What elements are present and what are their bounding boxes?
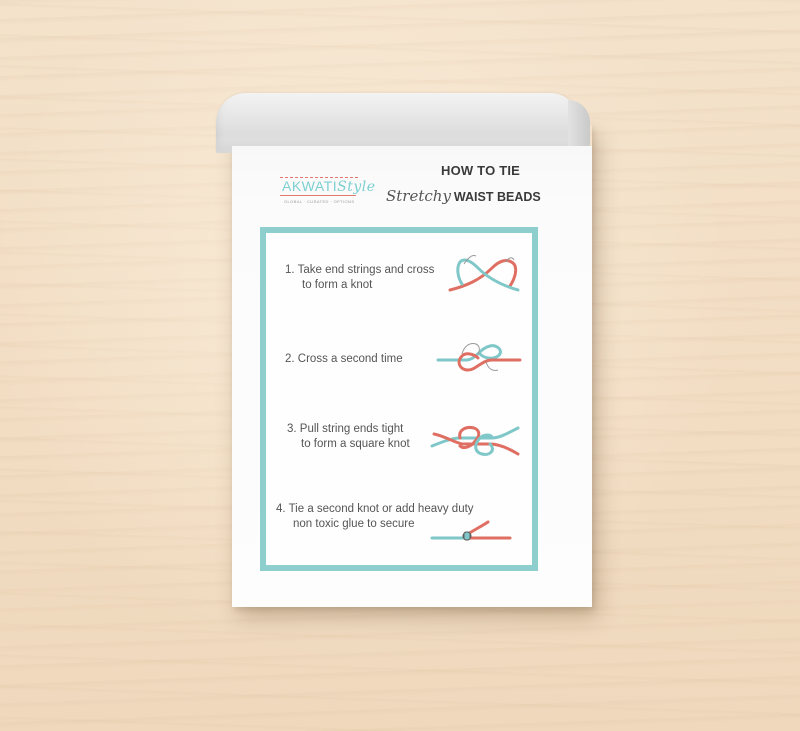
step-1-line-1: 1. Take end strings and cross bbox=[285, 264, 435, 276]
page-title-line-2: Stretchy WAIST BEADS bbox=[386, 186, 541, 205]
step-1-line-2: to form a knot bbox=[302, 279, 373, 291]
step-2-line-1: 2. Cross a second time bbox=[285, 353, 403, 365]
logo-brand-script: Style bbox=[337, 179, 376, 195]
knot-step-3-icon bbox=[430, 426, 520, 456]
logo-tagline: GLOBAL · CURATED · OPTIONS bbox=[284, 199, 355, 204]
logo-underline bbox=[280, 195, 356, 196]
knot-step-2-icon bbox=[436, 343, 522, 372]
title-bold-words: WAIST BEADS bbox=[453, 190, 541, 204]
page-title-line-1: HOW TO TIE bbox=[441, 163, 521, 178]
notepad-curled-binding bbox=[216, 93, 580, 153]
step-3-line-2: to form a square knot bbox=[301, 438, 410, 450]
title-script-word: Stretchy bbox=[386, 187, 451, 205]
knot-step-1-icon bbox=[448, 255, 520, 292]
logo-wordmark: AKWATIStyle bbox=[282, 178, 376, 195]
akwati-style-logo: AKWATIStyle GLOBAL · CURATED · OPTIONS bbox=[280, 170, 380, 212]
step-3-line-1: 3. Pull string ends tight bbox=[287, 423, 404, 435]
logo-brand-main: AKWATI bbox=[282, 178, 338, 194]
step-4-line-2: non toxic glue to secure bbox=[293, 518, 415, 530]
step-4-line-1: 4. Tie a second knot or add heavy duty bbox=[276, 503, 474, 515]
knot-step-4-icon bbox=[430, 520, 512, 541]
